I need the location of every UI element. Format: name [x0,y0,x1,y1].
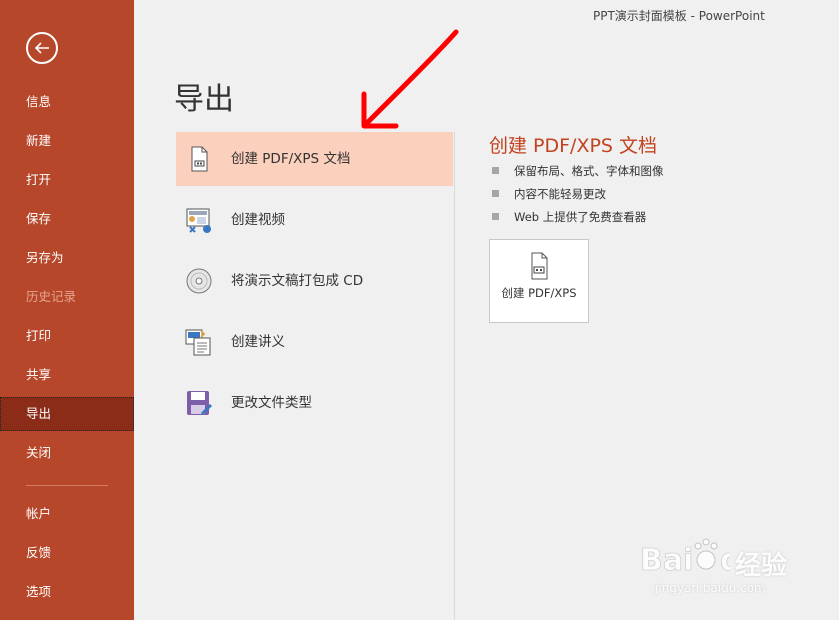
page-title: 导出 [174,82,234,117]
nav-options[interactable]: 选项 [0,575,134,609]
bullet-text: 保留布局、格式、字体和图像 [514,164,664,178]
option-create-pdf-xps[interactable]: 创建 PDF/XPS 文档 [176,132,453,186]
list-item: 保留布局、格式、字体和图像 [492,163,664,186]
nav-share[interactable]: 共享 [0,358,134,392]
save-file-type-icon [187,391,213,416]
detail-title: 创建 PDF/XPS 文档 [489,135,658,157]
nav-feedback[interactable]: 反馈 [0,536,134,570]
bullet-square-icon [492,213,499,220]
svg-text:Bai: Bai [640,543,693,578]
back-arrow-icon[interactable] [26,32,58,64]
bullet-text: 内容不能轻易更改 [514,187,606,201]
bullet-text: Web 上提供了免费查看器 [514,210,647,224]
nav-history: 历史记录 [26,289,77,304]
detail-bullet-list: 保留布局、格式、字体和图像 内容不能轻易更改 Web 上提供了免费查看器 [492,163,664,232]
sidebar-divider [26,485,108,486]
pdf-document-icon [531,252,548,280]
cd-icon [186,268,212,294]
button-label: 创建 PDF/XPS [501,286,577,300]
option-label: 创建 PDF/XPS 文档 [231,151,351,167]
nav-close[interactable]: 关闭 [0,436,134,470]
video-icon [186,208,211,233]
option-create-handouts[interactable]: 创建讲义 [176,315,453,369]
create-pdf-xps-button[interactable]: 创建 PDF/XPS [489,239,589,323]
baidu-logo-icon: Bai du [640,538,730,578]
option-create-video[interactable]: 创建视频 [176,193,453,247]
watermark-url: jingyan.baidu.com [655,581,766,595]
option-label: 创建讲义 [231,334,285,350]
nav-info[interactable]: 信息 [0,85,134,119]
nav-save-as[interactable]: 另存为 [0,241,134,275]
backstage-sidebar: 信息 新建 打开 保存 另存为 历史记录 打印 共享 导出 关闭 帐户 反馈 选… [0,0,134,620]
option-label: 创建视频 [231,212,285,228]
option-change-file-type[interactable]: 更改文件类型 [176,376,453,430]
annotation-arrow-icon [361,29,459,129]
watermark-brand: 经验 [735,551,788,581]
baidu-watermark: Bai du 经验 jingyan.baidu.com [640,532,810,602]
nav-print[interactable]: 打印 [0,319,134,353]
pdf-document-icon [191,146,208,172]
nav-save[interactable]: 保存 [0,202,134,236]
window-title: PPT演示封面模板 - PowerPoint [593,9,765,23]
option-package-cd[interactable]: 将演示文稿打包成 CD [176,254,453,308]
bullet-square-icon [492,190,499,197]
nav-open[interactable]: 打开 [0,163,134,197]
nav-new[interactable]: 新建 [0,124,134,158]
list-item: 内容不能轻易更改 [492,186,664,209]
handout-icon [185,329,211,356]
svg-text:du: du [720,543,730,578]
option-label: 将演示文稿打包成 CD [231,273,364,289]
option-label: 更改文件类型 [231,395,312,411]
nav-export[interactable]: 导出 [0,397,134,431]
export-options-list: 创建 PDF/XPS 文档 创建视频 将演示文稿打包成 CD 创建讲义 更改文件… [176,132,455,620]
bullet-square-icon [492,167,499,174]
list-item: Web 上提供了免费查看器 [492,209,664,232]
nav-account[interactable]: 帐户 [0,497,134,531]
